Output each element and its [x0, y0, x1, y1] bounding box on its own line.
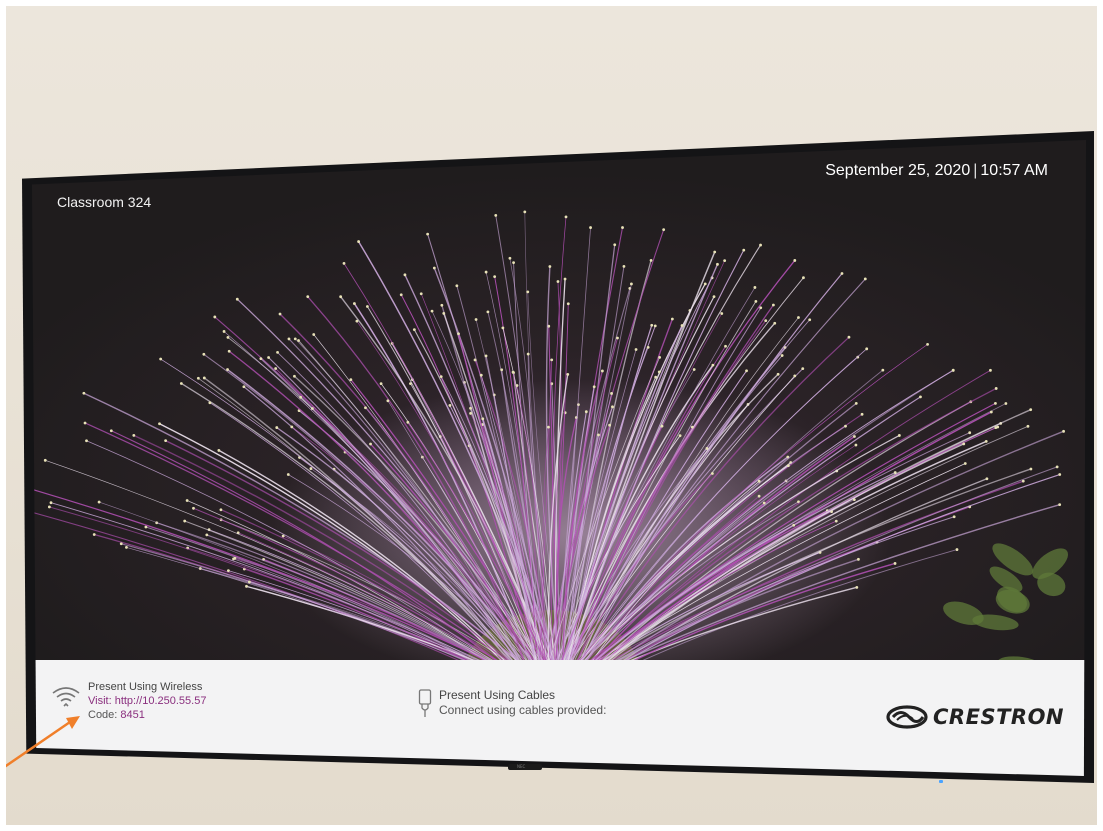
date-text: September 25, 2020 [825, 162, 971, 179]
power-led [939, 780, 943, 783]
cables-text: Present Using Cables Connect using cable… [439, 688, 606, 718]
date-time: September 25, 2020 | 10:57 AM [825, 162, 1048, 180]
cables-section: Present Using Cables Connect using cable… [418, 688, 606, 718]
wireless-section: Present Using Wireless Visit: http://10.… [50, 680, 206, 722]
code-label: Code: [88, 709, 118, 721]
visit-label: Visit: [88, 695, 112, 707]
code-value: 8451 [120, 709, 145, 721]
wireless-visit-line: Visit: http://10.250.55.57 [88, 694, 206, 708]
date-time-separator: | [973, 162, 978, 179]
crestron-logo-text: CRESTRON [933, 705, 1064, 729]
info-bar: Present Using Wireless Visit: http://10.… [32, 660, 1086, 776]
time-text: 10:57 AM [980, 162, 1048, 179]
wireless-code-line: Code: 8451 [88, 708, 206, 722]
wireless-text: Present Using Wireless Visit: http://10.… [88, 680, 206, 722]
room-name: Classroom 324 [57, 194, 152, 210]
cables-subtitle: Connect using cables provided: [439, 703, 607, 717]
wifi-icon [52, 687, 80, 707]
cables-title: Present Using Cables [439, 688, 556, 702]
crestron-logo: CRESTRON [885, 704, 1064, 730]
visit-url: http://10.250.55.57 [114, 695, 207, 707]
tv-screen: Classroom 324 September 25, 2020 | 10:57 A… [32, 140, 1086, 776]
cable-plug-icon [418, 689, 432, 717]
wireless-title: Present Using Wireless [88, 681, 203, 693]
tv-brand-label: NEC [517, 764, 526, 769]
crestron-swirl-icon [886, 705, 928, 729]
